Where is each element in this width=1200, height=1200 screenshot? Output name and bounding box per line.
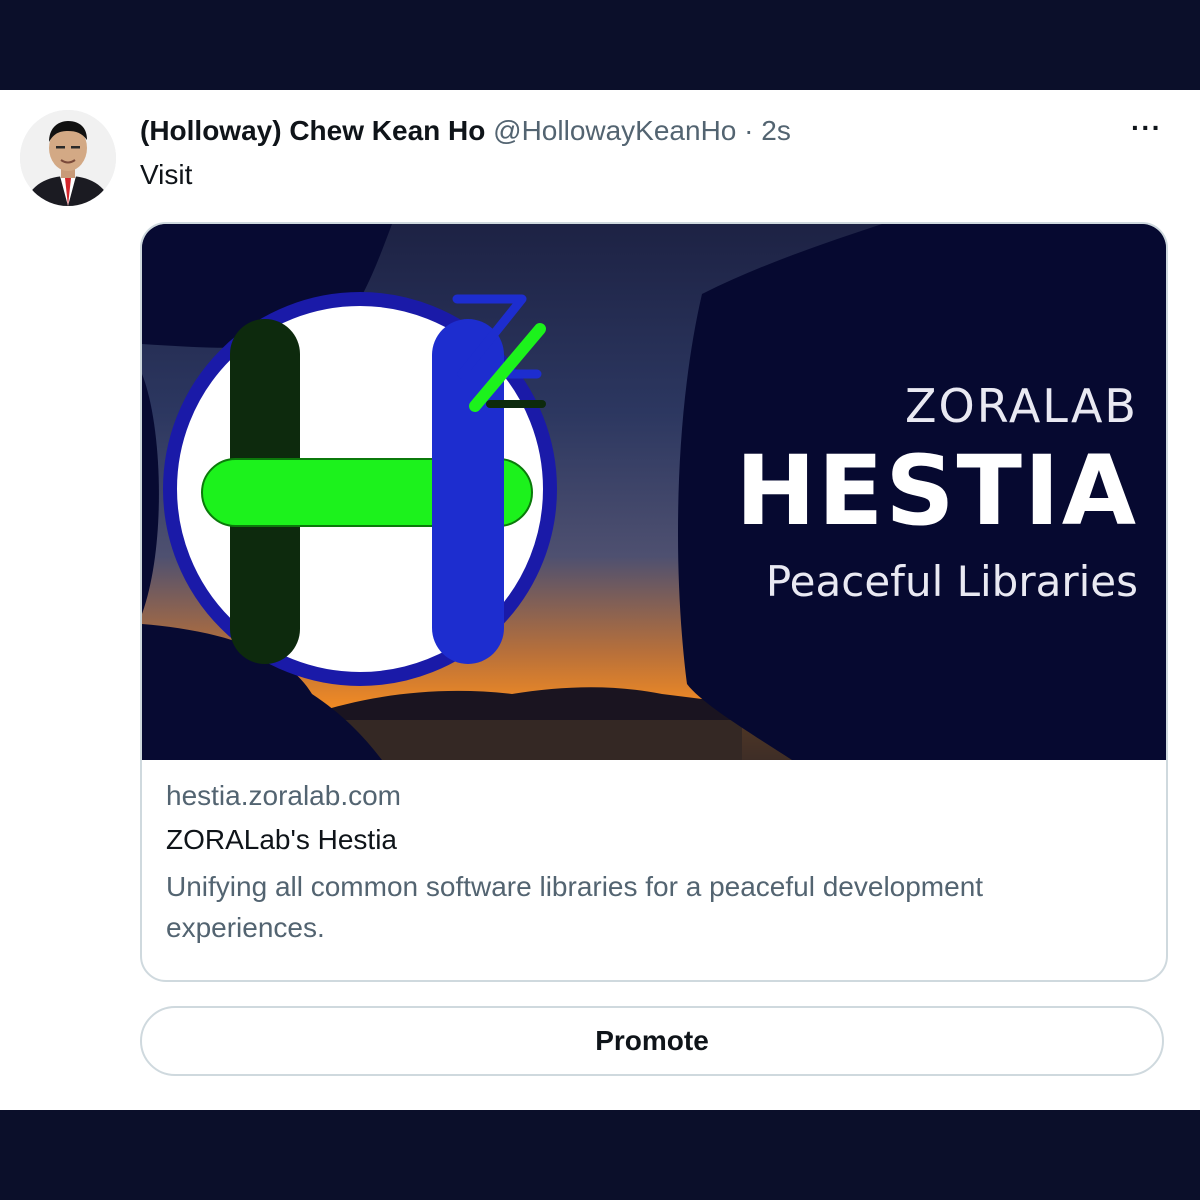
banner-title: HESTIA xyxy=(735,435,1138,547)
banner-brand: ZORALAB xyxy=(905,379,1138,433)
avatar[interactable] xyxy=(20,110,116,206)
screen: (Holloway) Chew Kean Ho @HollowayKeanHo … xyxy=(0,0,1200,1200)
avatar-photo xyxy=(20,110,116,206)
card-domain[interactable]: hestia.zoralab.com xyxy=(166,778,1142,814)
card-title[interactable]: ZORALab's Hestia xyxy=(166,822,1142,858)
header-separator: · xyxy=(744,115,754,146)
tweet-header: (Holloway) Chew Kean Ho @HollowayKeanHo … xyxy=(140,114,791,148)
promote-button[interactable]: Promote xyxy=(140,1006,1164,1076)
more-horizontal-icon[interactable]: ··· xyxy=(1131,112,1162,144)
tweet-text: Visit xyxy=(140,159,193,190)
banner-tagline: Peaceful Libraries xyxy=(766,557,1138,606)
tweet-timestamp[interactable]: 2s xyxy=(761,115,791,146)
card-description: Unifying all common software libraries f… xyxy=(166,871,984,943)
link-preview-card[interactable]: ZORALAB HESTIA Peaceful Libraries hestia… xyxy=(140,222,1168,982)
hestia-logo xyxy=(163,292,557,686)
author-name[interactable]: (Holloway) Chew Kean Ho xyxy=(140,115,485,146)
tweet-card: (Holloway) Chew Kean Ho @HollowayKeanHo … xyxy=(0,90,1200,1110)
card-image[interactable]: ZORALAB HESTIA Peaceful Libraries xyxy=(142,224,1166,760)
author-handle[interactable]: @HollowayKeanHo xyxy=(493,115,736,146)
card-meta: hestia.zoralab.com ZORALab's Hestia Unif… xyxy=(166,778,1142,948)
